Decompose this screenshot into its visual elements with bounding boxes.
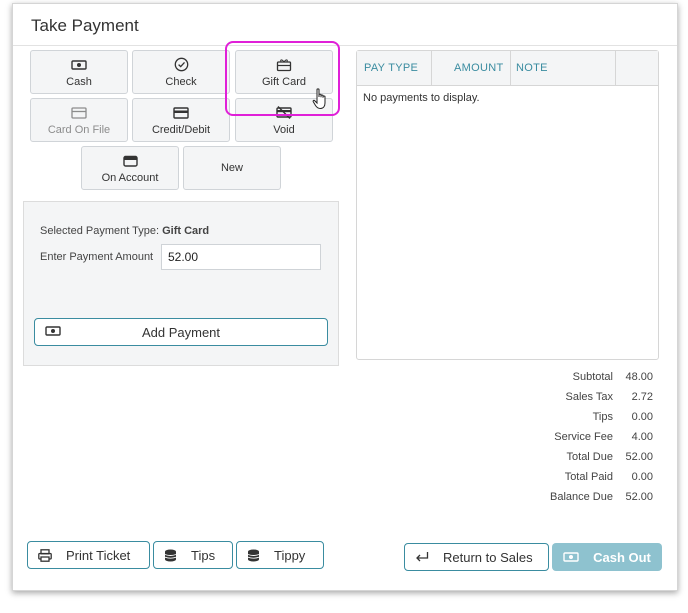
title-divider bbox=[13, 45, 677, 46]
totals-value: 4.00 bbox=[631, 431, 653, 443]
cash-out-label: Cash Out bbox=[593, 549, 651, 565]
selected-payment-type: Selected Payment Type: Gift Card bbox=[40, 225, 209, 237]
tips-button[interactable]: Tips bbox=[153, 541, 233, 569]
tippy-button[interactable]: Tippy bbox=[236, 541, 324, 569]
coins-icon bbox=[164, 549, 177, 562]
totals-label: Service Fee bbox=[554, 431, 613, 443]
return-to-sales-button[interactable]: Return to Sales bbox=[404, 543, 549, 571]
totals-row-subtotal: Subtotal 48.00 bbox=[493, 371, 653, 387]
check-circle-icon bbox=[174, 57, 189, 73]
column-divider bbox=[431, 51, 432, 85]
tippy-label: Tippy bbox=[274, 547, 306, 563]
totals-row-tips: Tips 0.00 bbox=[493, 411, 653, 427]
new-button[interactable]: New bbox=[183, 146, 281, 190]
return-to-sales-label: Return to Sales bbox=[443, 549, 533, 565]
on-account-label: On Account bbox=[101, 171, 159, 184]
column-divider bbox=[615, 51, 616, 85]
return-arrow-icon bbox=[415, 551, 429, 563]
totals-value: 52.00 bbox=[625, 451, 653, 463]
totals-label: Total Due bbox=[566, 451, 613, 463]
cash-out-button[interactable]: Cash Out bbox=[552, 543, 662, 571]
on-account-button[interactable]: On Account bbox=[81, 146, 179, 190]
cash-icon bbox=[45, 325, 61, 340]
totals-row-balance-due: Balance Due 52.00 bbox=[493, 491, 653, 507]
check-button[interactable]: Check bbox=[132, 50, 230, 94]
card-on-file-label: Card On File bbox=[47, 123, 111, 136]
totals-value: 52.00 bbox=[625, 491, 653, 503]
totals-label: Subtotal bbox=[572, 371, 613, 383]
empty-payments-message: No payments to display. bbox=[363, 92, 480, 104]
totals-label: Tips bbox=[592, 411, 613, 423]
print-ticket-button[interactable]: Print Ticket bbox=[27, 541, 150, 569]
payment-entry-panel: Selected Payment Type: Gift Card Enter P… bbox=[23, 201, 339, 366]
payment-amount-input[interactable]: 52.00 bbox=[161, 244, 321, 270]
totals-row-service-fee: Service Fee 4.00 bbox=[493, 431, 653, 447]
card-icon bbox=[71, 105, 87, 121]
column-divider bbox=[510, 51, 511, 85]
totals-value: 0.00 bbox=[631, 471, 653, 483]
gift-card-icon bbox=[276, 57, 292, 73]
payments-table-header: PAY TYPE AMOUNT NOTE bbox=[357, 51, 658, 86]
card-on-file-button[interactable]: Card On File bbox=[30, 98, 128, 142]
payment-amount-label: Enter Payment Amount bbox=[40, 251, 154, 263]
hand-cursor-icon bbox=[312, 88, 328, 115]
credit-debit-button[interactable]: Credit/Debit bbox=[132, 98, 230, 142]
totals-value: 2.72 bbox=[631, 391, 653, 403]
tips-label: Tips bbox=[191, 547, 216, 563]
check-label: Check bbox=[165, 75, 197, 88]
credit-card-icon bbox=[173, 105, 189, 121]
add-payment-button[interactable]: Add Payment bbox=[34, 318, 328, 346]
new-label: New bbox=[220, 162, 243, 174]
void-label: Void bbox=[273, 123, 295, 136]
column-pay-type[interactable]: PAY TYPE bbox=[364, 51, 418, 85]
column-amount[interactable]: AMOUNT bbox=[454, 51, 503, 85]
column-note[interactable]: NOTE bbox=[516, 51, 548, 85]
cash-label: Cash bbox=[66, 75, 92, 88]
credit-debit-label: Credit/Debit bbox=[151, 123, 211, 136]
totals-label: Sales Tax bbox=[565, 391, 614, 403]
coins-icon bbox=[247, 549, 260, 562]
add-payment-label: Add Payment bbox=[141, 324, 221, 340]
selected-payment-type-label: Selected Payment Type: bbox=[40, 225, 163, 237]
take-payment-dialog: Take Payment Cash Check Gift Card Card O… bbox=[12, 3, 678, 591]
selected-payment-type-value: Gift Card bbox=[162, 225, 210, 237]
totals-label: Balance Due bbox=[550, 491, 613, 503]
totals-value: 48.00 bbox=[625, 371, 653, 383]
wallet-icon bbox=[122, 153, 138, 169]
totals-row-total-due: Total Due 52.00 bbox=[493, 451, 653, 467]
totals-value: 0.00 bbox=[631, 411, 653, 423]
void-card-icon bbox=[276, 105, 292, 121]
print-ticket-label: Print Ticket bbox=[66, 547, 131, 563]
dialog-title: Take Payment bbox=[31, 16, 139, 35]
totals-label: Total Paid bbox=[564, 471, 613, 483]
totals-row-total-paid: Total Paid 0.00 bbox=[493, 471, 653, 487]
gift-card-label: Gift Card bbox=[261, 75, 306, 88]
cash-button[interactable]: Cash bbox=[30, 50, 128, 94]
totals-row-sales-tax: Sales Tax 2.72 bbox=[493, 391, 654, 407]
printer-icon bbox=[38, 548, 52, 562]
cash-icon bbox=[71, 57, 87, 73]
payments-table: PAY TYPE AMOUNT NOTE No payments to disp… bbox=[356, 50, 659, 360]
cash-icon bbox=[563, 551, 579, 563]
